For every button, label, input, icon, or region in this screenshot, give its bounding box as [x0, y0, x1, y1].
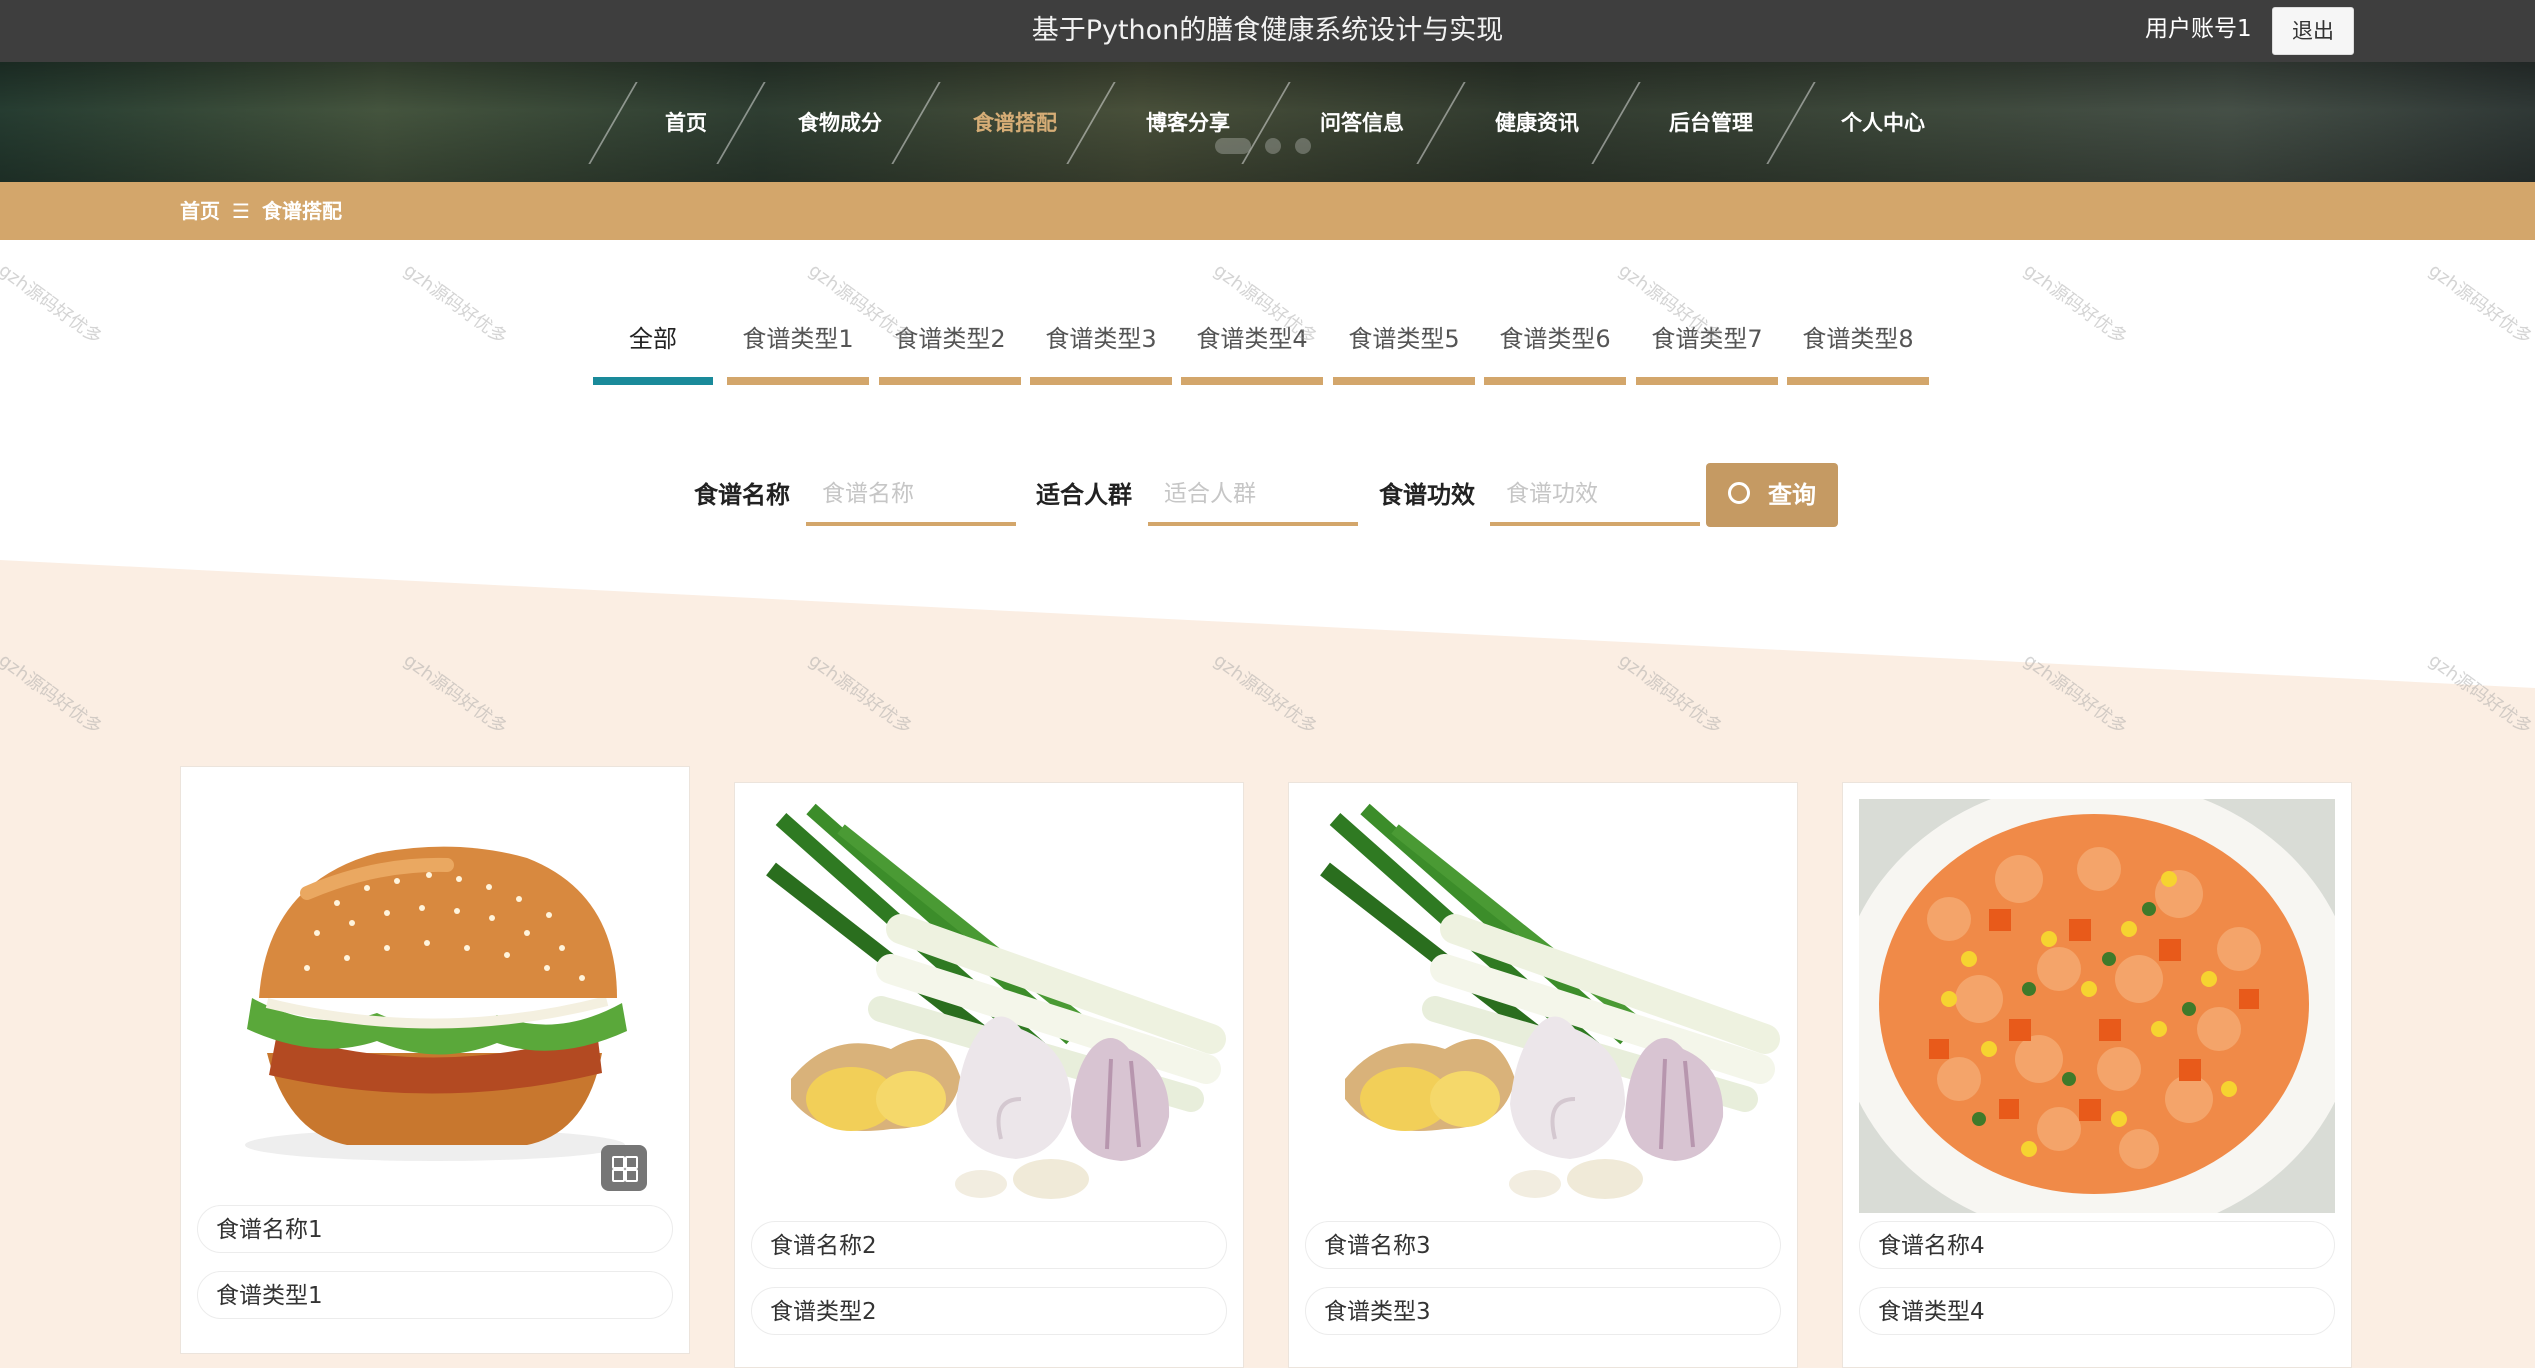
tab-recipe-type-4[interactable]: 食谱类型4: [1181, 295, 1323, 387]
recipe-card[interactable]: 食谱名称4 食谱类型4: [1842, 782, 2352, 1368]
recipe-image-burger[interactable]: [197, 783, 673, 1197]
tab-underline: [1484, 377, 1626, 385]
nav-banner: 首页 食物成分 食谱搭配 博客分享 问答信息 健康资讯 后台管理 个人中心: [0, 62, 2535, 182]
scallion-ginger-garlic-image: [751, 799, 1227, 1213]
search-button-label: 查询: [1768, 481, 1816, 509]
nav-item-home[interactable]: 首页: [640, 62, 732, 182]
nav-item-blog-sharing[interactable]: 博客分享: [1128, 62, 1248, 182]
recipe-type-field: 食谱类型4: [1859, 1287, 2335, 1335]
recipe-name-field: 食谱名称3: [1305, 1221, 1781, 1269]
nav-item-personal-center[interactable]: 个人中心: [1823, 62, 1943, 182]
tab-recipe-type-2[interactable]: 食谱类型2: [879, 295, 1021, 387]
tab-underline: [593, 377, 713, 385]
nav-item-qa[interactable]: 问答信息: [1302, 62, 1422, 182]
tab-underline: [1333, 377, 1475, 385]
recipe-name-field: 食谱名称1: [197, 1205, 673, 1253]
breadcrumb-home[interactable]: 首页: [180, 182, 220, 240]
tab-label: 食谱类型1: [742, 325, 854, 353]
tab-underline: [727, 377, 869, 385]
tab-underline: [879, 377, 1021, 385]
logout-button[interactable]: 退出: [2272, 7, 2354, 55]
recipe-card[interactable]: 食谱名称3 食谱类型3: [1288, 782, 1798, 1368]
target-crowd-label: 适合人群: [1036, 481, 1132, 509]
watermark: gzh源码好优多: [2019, 259, 2131, 349]
tab-underline: [1636, 377, 1778, 385]
recipe-image-scallion-ginger-garlic[interactable]: [1305, 799, 1781, 1213]
tab-recipe-type-8[interactable]: 食谱类型8: [1787, 295, 1929, 387]
tab-all[interactable]: 全部: [593, 295, 713, 387]
tab-underline: [1181, 377, 1323, 385]
recipe-type-field: 食谱类型2: [751, 1287, 1227, 1335]
tab-label: 食谱类型4: [1196, 325, 1308, 353]
scallion-ginger-garlic-image: [1305, 799, 1781, 1213]
account-label[interactable]: 用户账号1: [2145, 0, 2252, 62]
nav-divider: [588, 82, 638, 164]
grid-view-icon[interactable]: [601, 1145, 647, 1191]
tab-label: 全部: [629, 325, 677, 353]
tab-underline: [1787, 377, 1929, 385]
carousel-dot[interactable]: [1295, 138, 1311, 154]
recipe-name-label: 食谱名称: [694, 481, 790, 509]
tab-label: 食谱类型3: [1045, 325, 1157, 353]
search-icon: [1728, 482, 1750, 504]
tab-recipe-type-5[interactable]: 食谱类型5: [1333, 295, 1475, 387]
recipe-image-shrimp-vegetables[interactable]: [1859, 799, 2335, 1213]
nav-divider: [1766, 82, 1816, 164]
nav-divider: [1241, 82, 1291, 164]
target-crowd-input[interactable]: [1148, 466, 1358, 526]
tab-recipe-type-3[interactable]: 食谱类型3: [1030, 295, 1172, 387]
recipe-type-field: 食谱类型1: [197, 1271, 673, 1319]
carousel-dot[interactable]: [1265, 138, 1281, 154]
recipe-card[interactable]: 食谱名称2 食谱类型2: [734, 782, 1244, 1368]
search-button[interactable]: 查询: [1706, 463, 1838, 527]
nav-item-recipe-matching[interactable]: 食谱搭配: [955, 62, 1075, 182]
recipe-name-field: 食谱名称4: [1859, 1221, 2335, 1269]
watermark: gzh源码好优多: [399, 259, 511, 349]
breadcrumb-current: 食谱搭配: [262, 199, 342, 223]
recipe-effect-label: 食谱功效: [1379, 481, 1475, 509]
shrimp-vegetables-image: [1859, 799, 2335, 1213]
tab-underline: [1030, 377, 1172, 385]
burger-image: [197, 783, 673, 1197]
recipe-image-scallion-ginger-garlic[interactable]: [751, 799, 1227, 1213]
tab-label: 食谱类型6: [1499, 325, 1611, 353]
tab-recipe-type-6[interactable]: 食谱类型6: [1484, 295, 1626, 387]
carousel-dot[interactable]: [1215, 138, 1251, 154]
top-bar: 基于Python的膳食健康系统设计与实现 用户账号1 退出: [0, 0, 2535, 62]
nav-item-food-ingredients[interactable]: 食物成分: [780, 62, 900, 182]
recipe-card[interactable]: 食谱名称1 食谱类型1: [180, 766, 690, 1354]
watermark: gzh源码好优多: [0, 259, 106, 349]
breadcrumb: 首页 ☰ 食谱搭配: [0, 182, 2535, 240]
tab-recipe-type-1[interactable]: 食谱类型1: [727, 295, 869, 387]
tab-recipe-type-7[interactable]: 食谱类型7: [1636, 295, 1778, 387]
recipe-name-field: 食谱名称2: [751, 1221, 1227, 1269]
breadcrumb-separator-icon: ☰: [232, 199, 250, 223]
recipe-type-field: 食谱类型3: [1305, 1287, 1781, 1335]
recipe-name-input[interactable]: [806, 466, 1016, 526]
nav-item-admin[interactable]: 后台管理: [1651, 62, 1771, 182]
tab-label: 食谱类型5: [1348, 325, 1460, 353]
nav-item-health-news[interactable]: 健康资讯: [1477, 62, 1597, 182]
tab-label: 食谱类型8: [1802, 325, 1914, 353]
tab-label: 食谱类型2: [894, 325, 1006, 353]
nav-divider: [1416, 82, 1466, 164]
nav-divider: [1591, 82, 1641, 164]
recipe-effect-input[interactable]: [1490, 466, 1700, 526]
watermark: gzh源码好优多: [2424, 259, 2535, 349]
tab-label: 食谱类型7: [1651, 325, 1763, 353]
